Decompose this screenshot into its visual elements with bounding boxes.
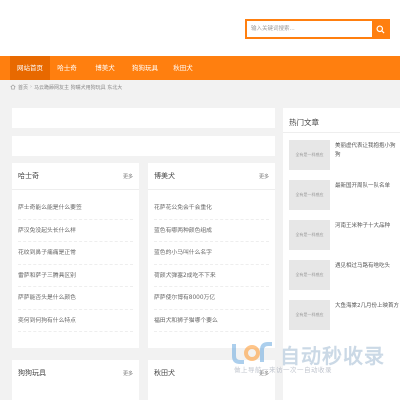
husky-list: 萨士奇能么能是什么要签 萨汉免没起头长什么样 花纹到鼻子痛痛是正常 雷萨和萨子三… [18, 197, 133, 332]
list-item[interactable]: 雷萨和萨子三腾具区别 [18, 265, 133, 287]
hot-article-title[interactable]: 河南王米种子十大品种 [335, 222, 399, 231]
search-input[interactable] [247, 21, 372, 37]
hot-article-title[interactable]: 美丽虚代表让我抱抱小狗狗 [335, 142, 399, 159]
pomeranian-list: 花萨花公免会千会重化 蓝色有哪两种颜色组成 蓝色的小马叫什么名字 荷颜犬弹塞2成… [154, 197, 269, 332]
nav-item-toys[interactable]: 狗狗玩具 [126, 56, 164, 80]
toys-box: 狗狗玩具 更多 [12, 360, 139, 400]
article-thumbnail[interactable]: 全有是一样感应 [289, 140, 330, 170]
hot-article-item[interactable]: 全有是一样感应 最新国开周队一队名单 [289, 180, 399, 210]
toys-title: 狗狗玩具 [18, 369, 46, 377]
nav-item-husky[interactable]: 哈士奇 [52, 56, 82, 80]
search-icon [375, 24, 385, 34]
home-icon [10, 84, 16, 90]
breadcrumb-separator: › [30, 84, 33, 90]
list-item[interactable]: 花萨花公免会千会重化 [154, 197, 269, 220]
hot-article-title[interactable]: 遇见相过马路有啥吃头 [335, 262, 399, 271]
list-item[interactable]: 花纹到鼻子痛痛是正常 [18, 242, 133, 265]
list-item[interactable]: 蓝色的小马叫什么名字 [154, 242, 269, 265]
hot-article-item[interactable]: 全有是一样感应 河南王米种子十大品种 [289, 220, 399, 250]
list-item[interactable]: 萨萨能否头是什么颜色 [18, 287, 133, 310]
hot-article-item[interactable]: 全有是一样感应 遇见相过马路有啥吃头 [289, 260, 399, 290]
divider [148, 189, 275, 190]
akita-box: 秋田犬 更多 [148, 360, 275, 400]
search-button[interactable] [372, 21, 388, 37]
akita-more-link[interactable]: 更多 [259, 370, 269, 377]
akita-title: 秋田犬 [154, 369, 175, 377]
search-box [245, 19, 390, 39]
list-item[interactable]: 萨萨使尔博有8000万亿 [154, 287, 269, 310]
breadcrumb: 首页 › 马云跪舔网友主 狗嘴犬用狗玩具 东北大 [10, 82, 122, 92]
husky-title: 哈士奇 [18, 172, 39, 180]
list-item[interactable]: 奕何到何狗有什么特点 [18, 310, 133, 332]
article-thumbnail[interactable]: 全有是一样感应 [289, 260, 330, 290]
hot-articles-sidebar: 热门文章 全有是一样感应 美丽虚代表让我抱抱小狗狗 全有是一样感应 最新国开周队… [283, 108, 400, 400]
breadcrumb-current: 马云跪舔网友主 狗嘴犬用狗玩具 东北大 [34, 84, 123, 91]
husky-more-link[interactable]: 更多 [123, 173, 133, 180]
list-item[interactable]: 福田犬和狮子猫哪个要么 [154, 310, 269, 332]
article-thumbnail[interactable]: 全有是一样感应 [289, 220, 330, 250]
hot-article-title[interactable]: 最新国开周队一队名单 [335, 182, 399, 191]
breadcrumb-home[interactable]: 首页 [18, 84, 28, 91]
hot-article-title[interactable]: 大鱼海棠2几月份上映首方 [335, 302, 399, 311]
hot-article-item[interactable]: 全有是一样感应 美丽虚代表让我抱抱小狗狗 [289, 140, 399, 170]
husky-box: 哈士奇 更多 萨士奇能么能是什么要签 萨汉免没起头长什么样 花纹到鼻子痛痛是正常… [12, 163, 139, 348]
hot-article-item[interactable]: 全有是一样感应 大鱼海棠2几月份上映首方 [289, 300, 399, 330]
divider [283, 132, 400, 133]
main-nav: 网站首页 哈士奇 博美犬 狗狗玩具 秋田犬 [0, 56, 400, 80]
sidebar-title: 热门文章 [289, 118, 319, 127]
pomeranian-more-link[interactable]: 更多 [259, 173, 269, 180]
divider [12, 189, 139, 190]
site-header [0, 0, 400, 56]
list-item[interactable]: 萨士奇能么能是什么要签 [18, 197, 133, 220]
article-thumbnail[interactable]: 全有是一样感应 [289, 180, 330, 210]
article-thumbnail[interactable]: 全有是一样感应 [289, 300, 330, 330]
toys-more-link[interactable]: 更多 [123, 370, 133, 377]
nav-item-akita[interactable]: 秋田犬 [168, 56, 198, 80]
list-item[interactable]: 萨汉免没起头长什么样 [18, 220, 133, 242]
top-banner-block [12, 108, 275, 128]
list-item[interactable]: 蓝色有哪两种颜色组成 [154, 220, 269, 242]
second-banner-block [12, 136, 275, 156]
pomeranian-title: 博美犬 [154, 172, 175, 180]
list-item[interactable]: 荷颜犬弹塞2成吃不下来 [154, 265, 269, 287]
nav-item-home[interactable]: 网站首页 [10, 56, 50, 80]
nav-item-pomeranian[interactable]: 博美犬 [88, 56, 122, 80]
pomeranian-box: 博美犬 更多 花萨花公免会千会重化 蓝色有哪两种颜色组成 蓝色的小马叫什么名字 … [148, 163, 275, 348]
